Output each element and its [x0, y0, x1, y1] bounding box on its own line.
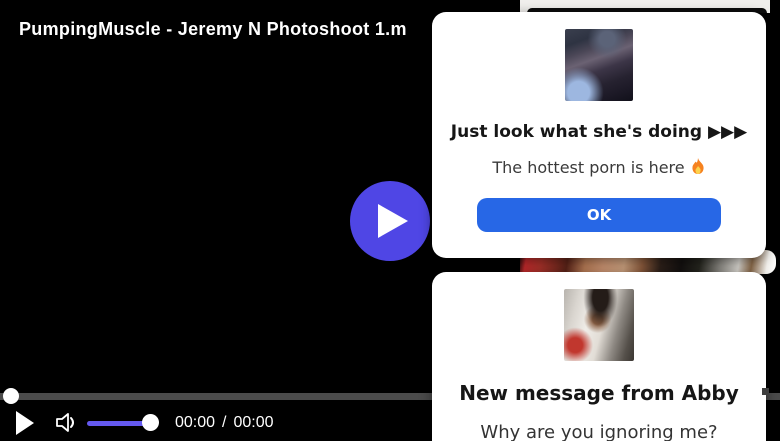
player-controls-bar: 00:00 / 00:00: [0, 404, 430, 441]
play-icon: [378, 204, 408, 238]
time-display: 00:00 / 00:00: [175, 414, 274, 432]
popup-subtext: The hottest porn is here: [492, 158, 685, 178]
time-separator: /: [222, 413, 227, 431]
video-player-page: PumpingMuscle - Jeremy N Photoshoot 1.m …: [0, 0, 780, 441]
ok-button[interactable]: OK: [477, 198, 721, 233]
popup-heading: Just look what she's doing ▶▶▶: [450, 122, 748, 142]
notification-popup-1[interactable]: Just look what she's doing ▶▶▶ The hotte…: [432, 12, 766, 258]
notification-popup-2[interactable]: New message from Abby Why are you ignori…: [432, 272, 766, 441]
webcam-photo-thumbnail[interactable]: [565, 29, 633, 101]
total-duration: 00:00: [233, 413, 274, 431]
volume-thumb[interactable]: [142, 413, 159, 431]
current-time: 00:00: [175, 413, 216, 431]
selfie-photo-thumbnail[interactable]: [564, 289, 634, 361]
center-play-button[interactable]: [350, 181, 430, 261]
popup-heading: New message from Abby: [459, 381, 739, 405]
mute-button[interactable]: [54, 411, 78, 435]
play-icon: [16, 410, 34, 435]
speaker-icon: [56, 413, 74, 432]
play-button[interactable]: [16, 410, 36, 436]
scrollbar-dot: [762, 388, 769, 395]
fire-icon: [692, 158, 704, 175]
video-title: PumpingMuscle - Jeremy N Photoshoot 1.m: [19, 19, 407, 39]
popup-subtext: Why are you ignoring me?: [480, 422, 718, 441]
seek-thumb[interactable]: [3, 388, 19, 404]
volume-slider[interactable]: [87, 413, 159, 432]
